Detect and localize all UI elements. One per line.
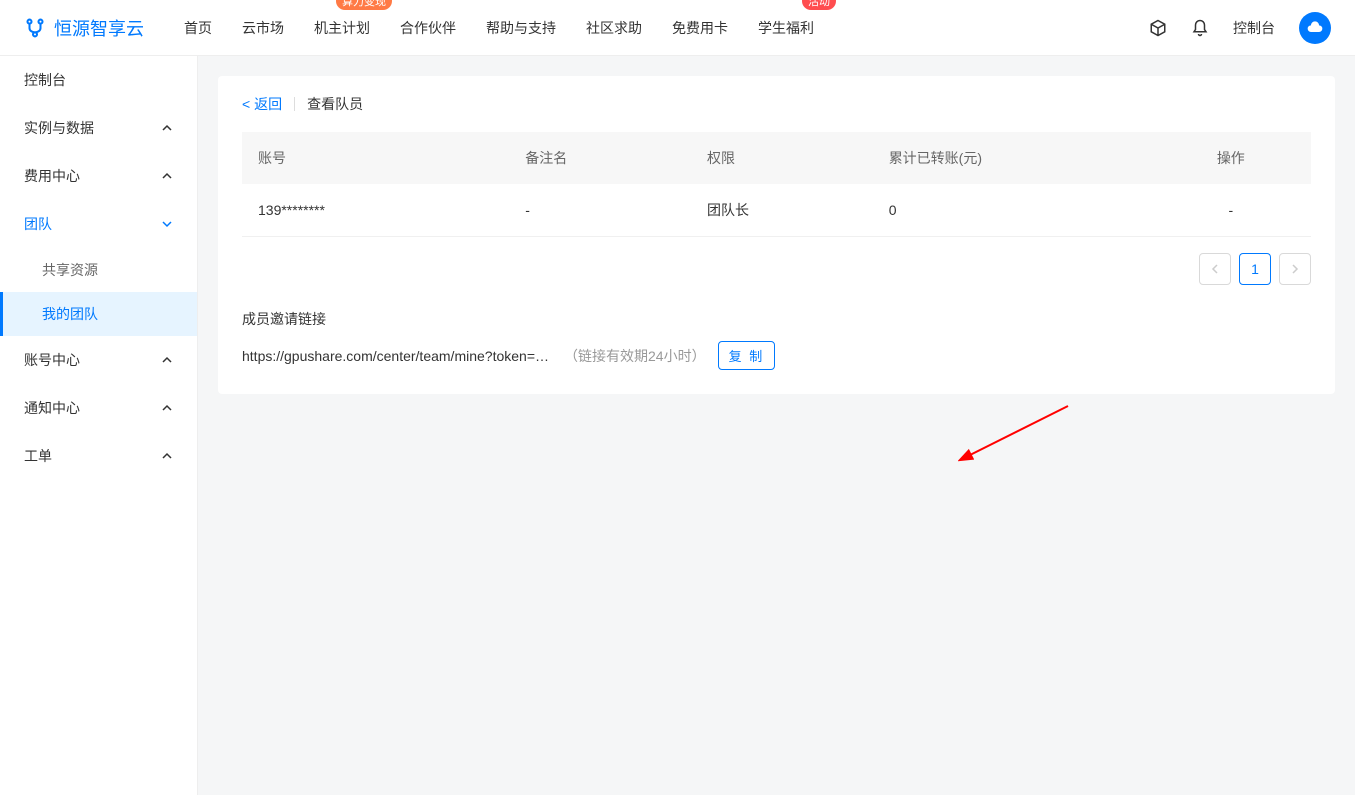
invite-section: 成员邀请链接 https://gpushare.com/center/team/… [242,309,1311,370]
sidebar-subitem-3-0[interactable]: 共享资源 [0,248,197,292]
nav-items: 首页云市场机主计划算力变现合作伙伴帮助与支持社区求助免费用卡学生福利活动 [184,0,1149,56]
invite-title: 成员邀请链接 [242,309,1311,329]
col-header: 操作 [1151,132,1311,184]
chevron-down-icon [161,450,173,462]
cell-account: 139******** [242,184,509,237]
invite-link-text: https://gpushare.com/center/team/mine?to… [242,348,552,364]
sidebar-item-label: 账号中心 [24,350,80,370]
nav-item-0[interactable]: 首页 [184,0,212,56]
cell-remark: - [509,184,691,237]
divider [294,97,295,111]
cell-role: 团队长 [691,184,873,237]
nav-item-4[interactable]: 帮助与支持 [486,0,556,56]
page-prev[interactable] [1199,253,1231,285]
copy-button[interactable]: 复 制 [718,341,776,370]
nav-item-3[interactable]: 合作伙伴 [400,0,456,56]
members-table: 账号备注名权限累计已转账(元)操作 139********-团队长0- [242,132,1311,237]
invite-row: https://gpushare.com/center/team/mine?to… [242,341,1311,370]
sidebar-subitem-3-1[interactable]: 我的团队 [0,292,197,336]
chevron-down-icon [161,122,173,134]
brand-logo[interactable]: 恒源智享云 [24,15,144,41]
pagination: 1 [242,253,1311,285]
chevron-down-icon [161,170,173,182]
sidebar-item-4[interactable]: 账号中心 [0,336,197,384]
sidebar-item-2[interactable]: 费用中心 [0,152,197,200]
nav-item-5[interactable]: 社区求助 [586,0,642,56]
sidebar: 控制台实例与数据费用中心团队共享资源我的团队账号中心通知中心工单 [0,56,198,795]
chevron-down-icon [161,354,173,366]
nav-item-7[interactable]: 学生福利活动 [758,0,814,56]
table-row: 139********-团队长0- [242,184,1311,237]
sidebar-item-label: 通知中心 [24,398,80,418]
annotation-arrow [958,401,1078,471]
nav-item-1[interactable]: 云市场 [242,0,284,56]
cell-transferred: 0 [873,184,1151,237]
sidebar-item-0[interactable]: 控制台 [0,56,197,104]
cloud-icon [1307,20,1323,36]
sidebar-item-5[interactable]: 通知中心 [0,384,197,432]
chevron-up-icon [161,218,173,230]
page-title: 查看队员 [307,94,363,114]
nav-badge: 活动 [802,0,836,10]
col-header: 权限 [691,132,873,184]
nav-item-6[interactable]: 免费用卡 [672,0,728,56]
invite-hint: （链接有效期24小时） [564,346,706,366]
card-header: < 返回 查看队员 [218,76,1335,132]
sidebar-item-6[interactable]: 工单 [0,432,197,480]
nav-console-link[interactable]: 控制台 [1233,18,1275,38]
cube-icon[interactable] [1149,19,1167,37]
col-header: 账号 [242,132,509,184]
cell-action: - [1151,184,1311,237]
nav-badge: 算力变现 [336,0,392,10]
bell-icon[interactable] [1191,19,1209,37]
chevron-right-icon [1290,264,1300,274]
sidebar-item-label: 控制台 [24,70,66,90]
sidebar-item-label: 实例与数据 [24,118,94,138]
col-header: 备注名 [509,132,691,184]
chevron-down-icon [161,402,173,414]
team-card: < 返回 查看队员 账号备注名权限累计已转账(元)操作 139********-… [218,76,1335,394]
sidebar-item-label: 费用中心 [24,166,80,186]
sidebar-item-label: 工单 [24,446,52,466]
avatar[interactable] [1299,12,1331,44]
logo-icon [24,17,46,39]
nav-item-2[interactable]: 机主计划算力变现 [314,0,370,56]
col-header: 累计已转账(元) [873,132,1151,184]
sidebar-item-label: 团队 [24,214,52,234]
page-1[interactable]: 1 [1239,253,1271,285]
page-next[interactable] [1279,253,1311,285]
sidebar-item-3[interactable]: 团队 [0,200,197,248]
main-content: < 返回 查看队员 账号备注名权限累计已转账(元)操作 139********-… [198,56,1355,795]
chevron-left-icon [1210,264,1220,274]
sidebar-item-1[interactable]: 实例与数据 [0,104,197,152]
back-link[interactable]: < 返回 [242,94,282,114]
nav-right: 控制台 [1149,12,1331,44]
brand-name: 恒源智享云 [54,15,144,41]
top-nav: 恒源智享云 首页云市场机主计划算力变现合作伙伴帮助与支持社区求助免费用卡学生福利… [0,0,1355,56]
table-body: 139********-团队长0- [242,184,1311,237]
table-header-row: 账号备注名权限累计已转账(元)操作 [242,132,1311,184]
